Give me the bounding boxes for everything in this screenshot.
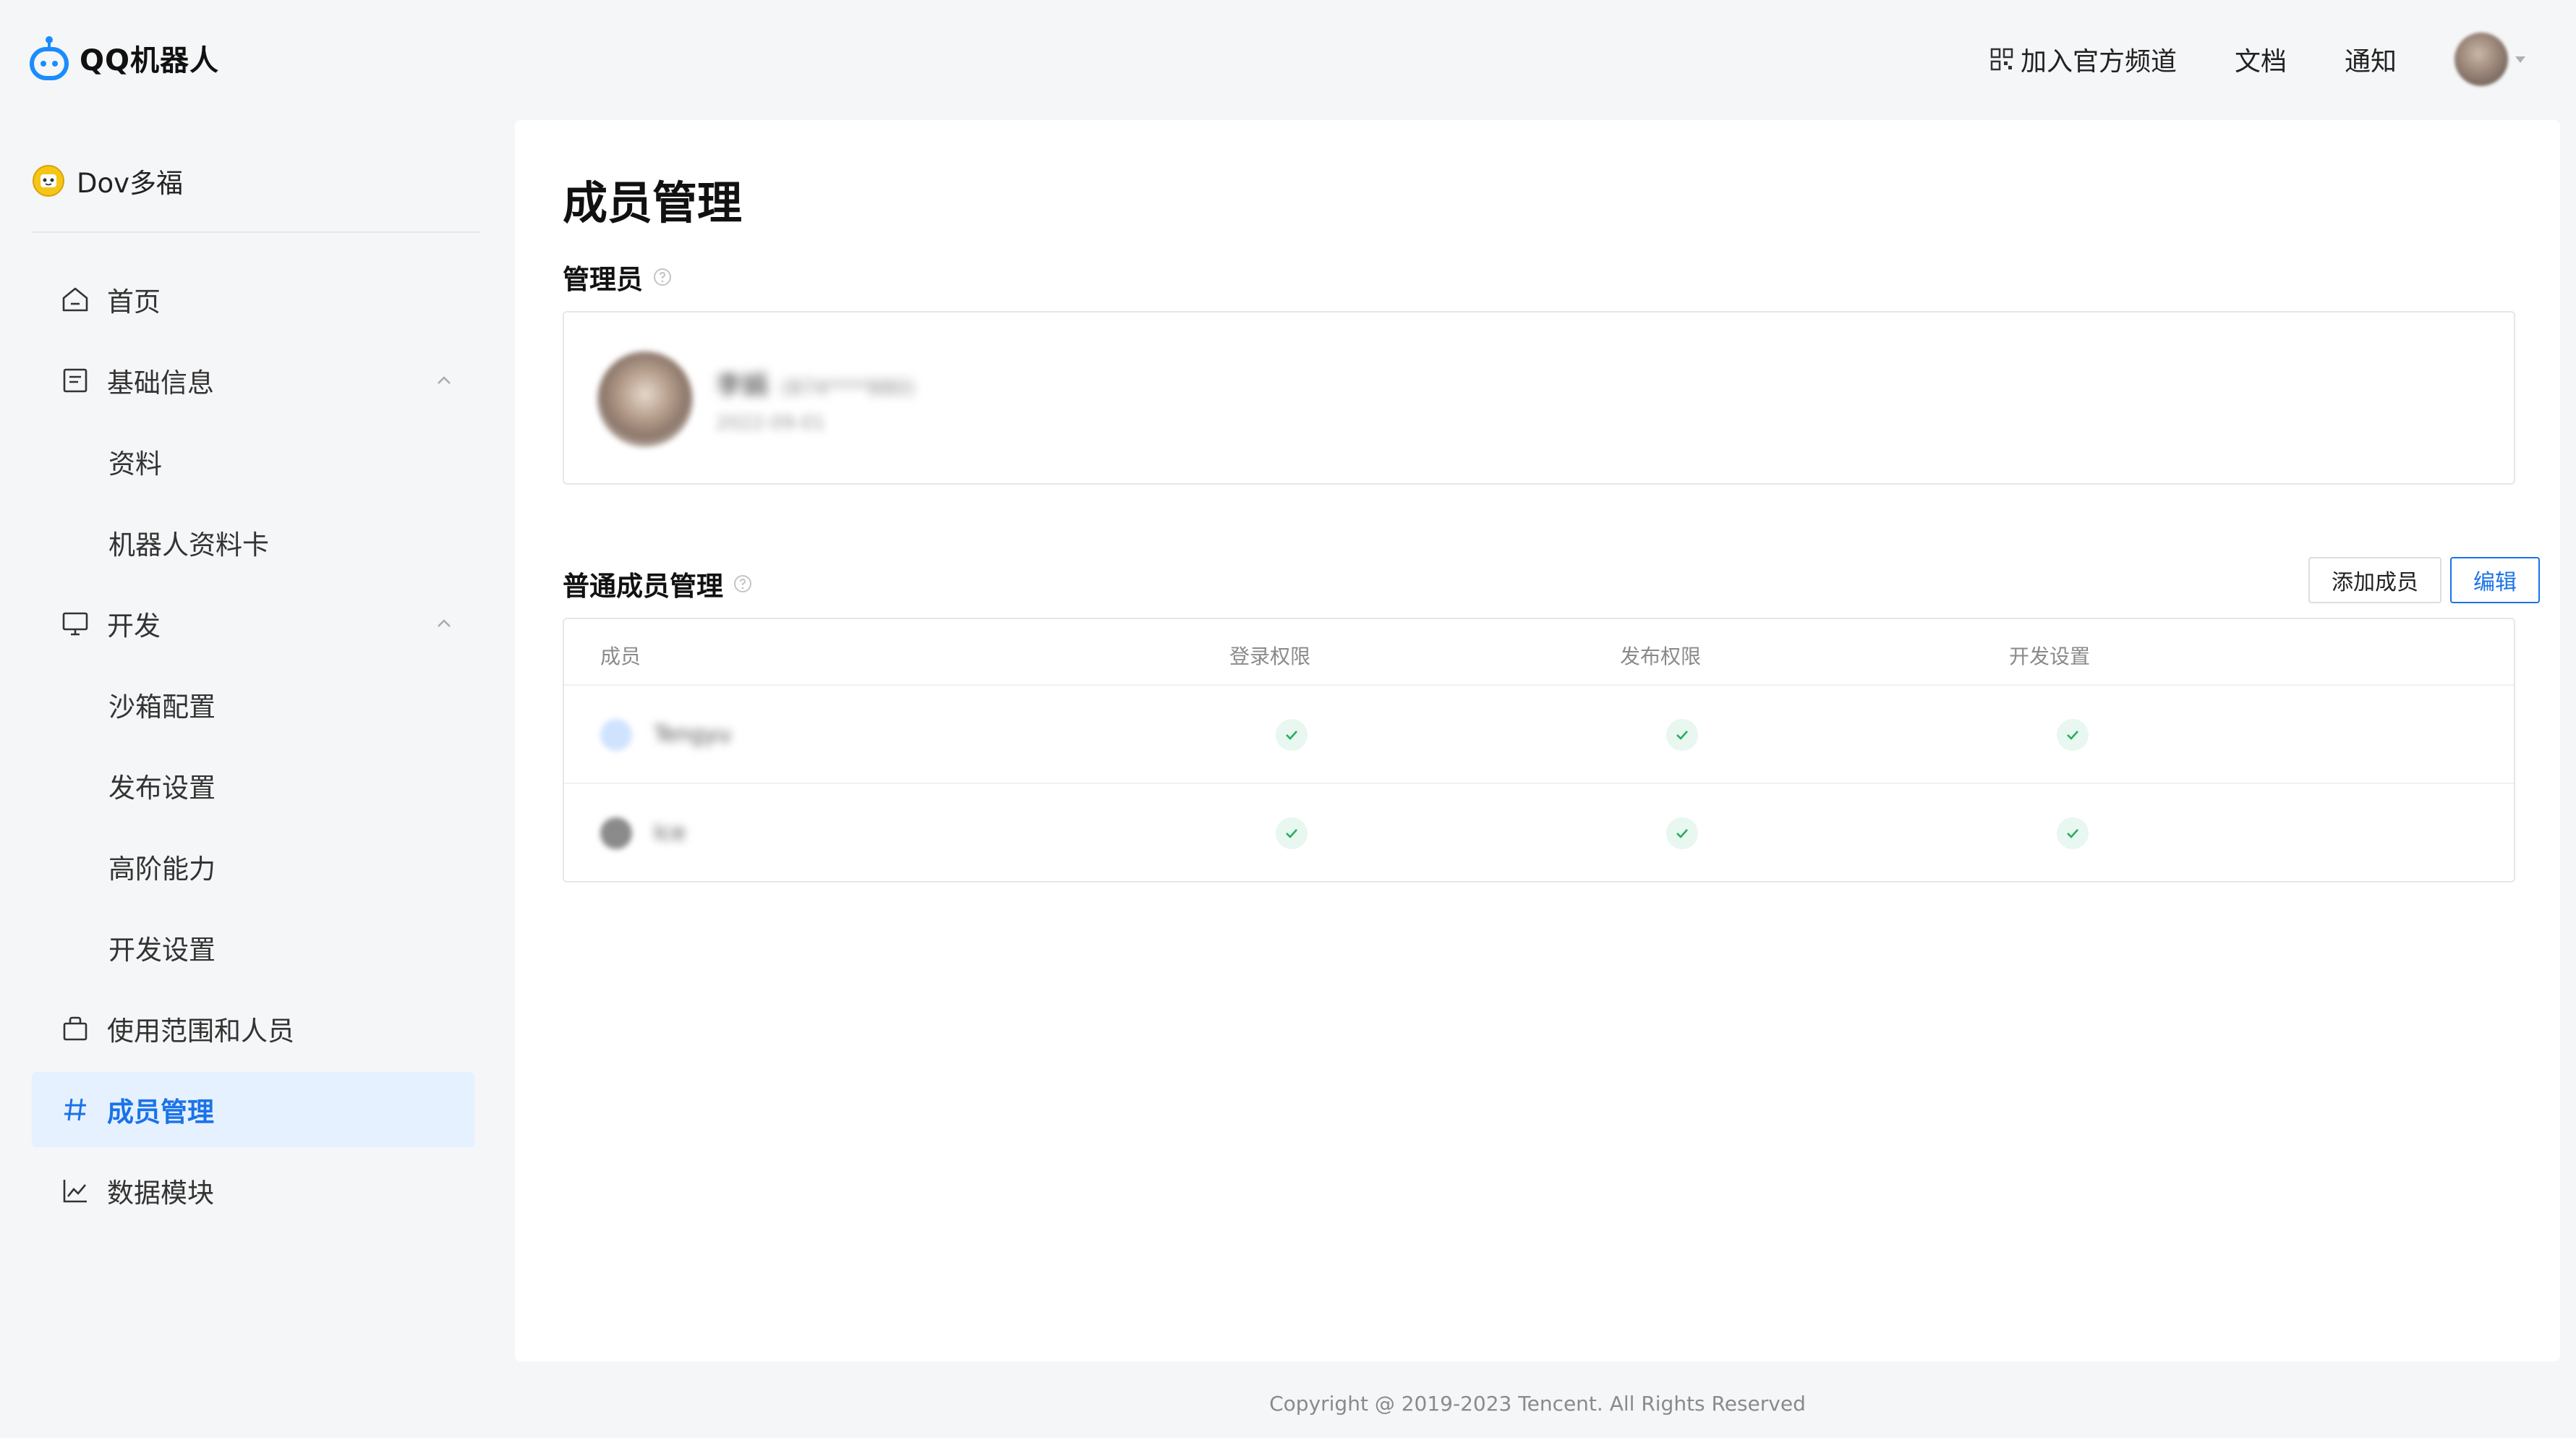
home-icon <box>62 287 88 312</box>
sidebar-item-basic-info[interactable]: 基础信息 <box>32 343 474 418</box>
table-row[interactable]: Ice <box>564 783 2514 881</box>
join-channel-label: 加入官方频道 <box>2020 47 2177 77</box>
table-row[interactable]: Tengyu <box>564 684 2514 783</box>
member-name: Ice <box>654 820 686 846</box>
user-menu[interactable] <box>2455 33 2525 86</box>
help-icon[interactable] <box>733 574 752 593</box>
admin-name-line: 李娟 (874****880) <box>716 365 915 402</box>
column-header-dev: 开发设置 <box>2009 644 2091 668</box>
member-avatar <box>600 817 632 849</box>
publish-check-icon <box>1666 719 1698 751</box>
sidebar-item-advanced[interactable]: 高阶能力 <box>32 829 474 904</box>
bot-name: Dov多福 <box>77 168 184 199</box>
sidebar-item-scope[interactable]: 使用范围和人员 <box>32 991 474 1066</box>
robot-logo-icon <box>30 36 69 80</box>
sidebar-item-label: 使用范围和人员 <box>107 1016 294 1047</box>
sidebar-item-profile[interactable]: 资料 <box>32 424 474 499</box>
sidebar-item-home[interactable]: 首页 <box>32 262 474 337</box>
document-icon <box>63 368 88 393</box>
chevron-up-icon <box>438 619 451 627</box>
bot-header[interactable]: Dov多福 <box>32 145 480 217</box>
admin-date: 2022-09-01 <box>716 412 826 434</box>
admin-id: (874****880) <box>781 375 915 399</box>
sidebar-item-label: 基础信息 <box>107 367 214 399</box>
docs-link[interactable]: 文档 <box>2235 41 2287 78</box>
admin-card: 李娟 (874****880) 2022-09-01 <box>563 311 2515 485</box>
user-avatar <box>2455 33 2508 86</box>
admin-avatar <box>597 352 693 447</box>
notify-link[interactable]: 通知 <box>2345 41 2397 78</box>
login-check-icon <box>1276 817 1308 849</box>
join-channel-link[interactable]: 加入官方频道 <box>1990 41 2177 78</box>
sidebar-item-label: 首页 <box>107 286 161 318</box>
sidebar-item-label: 开发 <box>107 610 161 642</box>
member-name: Tengyu <box>654 722 731 747</box>
sidebar-item-bot-card[interactable]: 机器人资料卡 <box>32 505 474 580</box>
sidebar-item-develop[interactable]: 开发 <box>32 586 474 661</box>
column-header-member: 成员 <box>600 644 641 668</box>
sidebar-item-data[interactable]: 数据模块 <box>32 1153 474 1228</box>
edit-button[interactable]: 编辑 <box>2450 557 2540 603</box>
members-section-label: 普通成员管理 <box>563 571 723 602</box>
add-member-button[interactable]: 添加成员 <box>2308 557 2441 603</box>
dev-check-icon <box>2057 719 2089 751</box>
footer-copyright: Copyright @ 2019-2023 Tencent. All Right… <box>1269 1392 1806 1416</box>
members-section-title: 普通成员管理 <box>563 564 752 603</box>
admin-section-label: 管理员 <box>563 264 643 295</box>
sidebar-item-sandbox[interactable]: 沙箱配置 <box>32 667 474 742</box>
sidebar-item-members[interactable]: 成员管理 <box>32 1072 474 1147</box>
sidebar-item-label: 成员管理 <box>107 1097 214 1128</box>
chart-line-icon <box>63 1180 87 1203</box>
help-icon[interactable] <box>653 268 672 286</box>
chevron-up-icon <box>438 376 451 384</box>
main-content: 成员管理 管理员 李娟 (874****880) 2022-09-01 普通成员管… <box>515 120 2560 1361</box>
publish-check-icon <box>1666 817 1698 849</box>
sidebar-item-publish[interactable]: 发布设置 <box>32 748 474 823</box>
member-avatar <box>600 719 632 751</box>
top-nav: 加入官方频道 文档 通知 <box>1990 26 2525 93</box>
column-header-login: 登录权限 <box>1229 644 1311 668</box>
admin-section-title: 管理员 <box>563 258 672 297</box>
sidebar-item-dev-settings[interactable]: 开发设置 <box>32 910 474 985</box>
admin-name: 李娟 <box>716 371 769 401</box>
sidebar-divider <box>32 231 480 233</box>
login-check-icon <box>1276 719 1308 751</box>
member-table: 成员 登录权限 发布权限 开发设置 Tengyu Ice <box>563 618 2515 882</box>
hash-icon <box>64 1098 86 1121</box>
qr-code-icon <box>1990 48 2013 71</box>
sidebar-item-label: 数据模块 <box>107 1178 214 1209</box>
monitor-icon <box>62 612 88 636</box>
dev-check-icon <box>2057 817 2089 849</box>
top-bar: QQ机器人 加入官方频道 文档 通知 <box>0 0 2576 116</box>
sidebar: Dov多福 首页 基础信息 资料 机器人资料卡 开发 沙箱配置 发布设置 高阶能… <box>32 145 480 1234</box>
caret-down-icon <box>2515 56 2525 63</box>
bot-avatar-icon <box>33 165 64 197</box>
bag-icon <box>63 1016 88 1041</box>
logo-text: QQ机器人 <box>80 44 220 77</box>
page-title: 成员管理 <box>563 176 743 229</box>
logo[interactable]: QQ机器人 <box>29 29 219 87</box>
column-header-publish: 发布权限 <box>1620 644 1702 668</box>
